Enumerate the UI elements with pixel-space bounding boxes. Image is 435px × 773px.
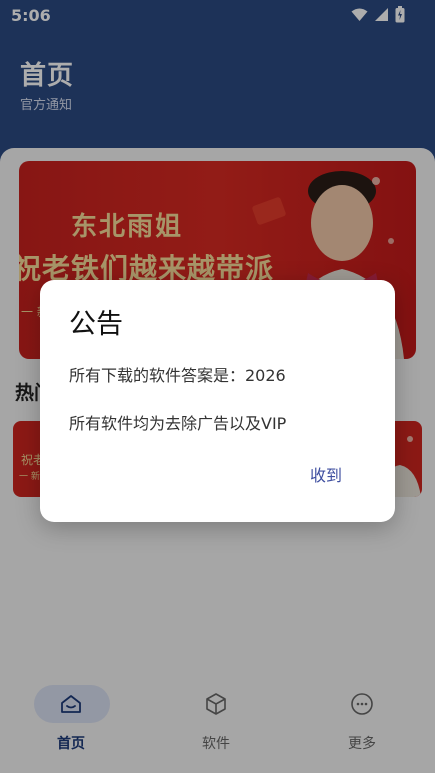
dialog-title: 公告 (69, 309, 123, 340)
announcement-dialog: 公告 所有下载的软件答案是：2026 所有软件均为去除广告以及VIP 收到 (40, 280, 395, 522)
confirm-button[interactable]: 收到 (296, 458, 356, 494)
dialog-message-line: 所有软件均为去除广告以及VIP (69, 414, 287, 433)
dialog-message-line: 所有下载的软件答案是：2026 (69, 366, 286, 385)
